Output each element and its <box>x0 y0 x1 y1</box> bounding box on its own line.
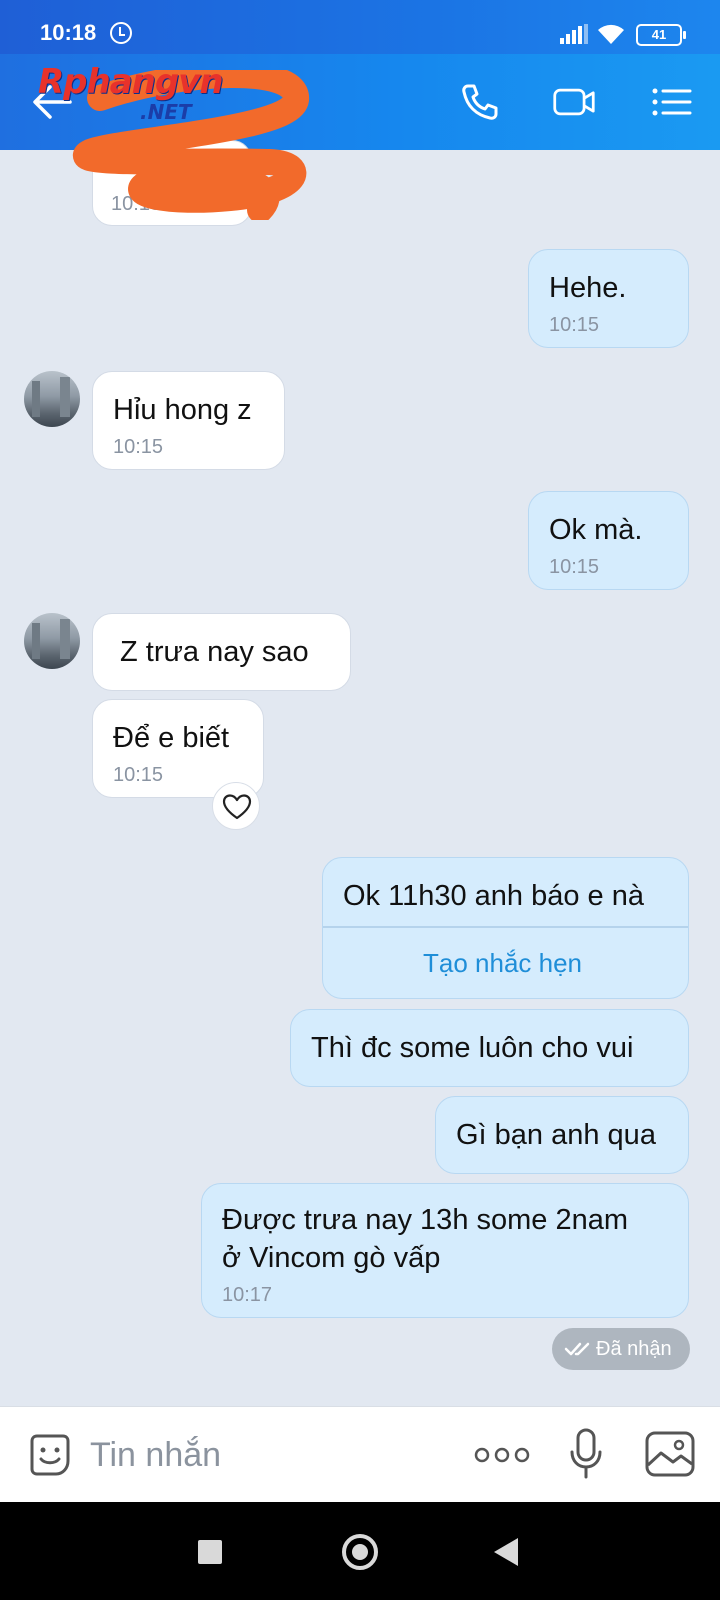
create-reminder-button[interactable]: Tạo nhắc hẹn <box>423 948 582 979</box>
signal-icon <box>560 24 588 44</box>
battery-icon: 41 <box>636 24 686 46</box>
message-bubble-outgoing[interactable]: Hehe. 10:15 <box>528 249 689 348</box>
message-time: 10:17 <box>222 1284 273 1306</box>
home-button[interactable] <box>342 1534 378 1570</box>
message-bubble-incoming[interactable]: Z trưa nay sao <box>92 613 351 691</box>
message-bubble-outgoing[interactable]: Được trưa nay 13h some 2nam ở Vincom gò … <box>201 1183 689 1318</box>
message-composer <box>0 1406 720 1502</box>
message-time: 10:15 <box>113 764 164 786</box>
message-text: Hỉu hong z <box>113 394 252 426</box>
watermark-logo: Rphangvn <box>38 62 224 102</box>
more-options-icon[interactable] <box>474 1443 530 1467</box>
wifi-icon <box>598 24 624 44</box>
watermark-suffix: .NET <box>140 100 192 124</box>
message-text: Gì bạn anh qua <box>456 1119 656 1151</box>
recents-button[interactable] <box>198 1540 222 1564</box>
message-text: Để e biết <box>113 722 230 754</box>
double-check-icon <box>564 1342 590 1356</box>
message-text: Ok 11h30 anh báo e nà <box>343 880 644 912</box>
message-bubble-outgoing[interactable]: Thì đc some luôn cho vui <box>290 1009 689 1087</box>
message-text: Z trưa nay sao <box>120 636 309 668</box>
microphone-icon[interactable] <box>568 1427 604 1481</box>
back-button[interactable] <box>494 1538 518 1566</box>
system-nav-bar <box>0 1502 720 1600</box>
sticker-emoji-icon[interactable] <box>26 1431 74 1479</box>
contact-avatar[interactable] <box>24 371 80 427</box>
message-text-line2: ở Vincom gò vấp <box>222 1242 441 1274</box>
status-bar: 10:18 41 <box>0 0 720 54</box>
message-text: Hehe. <box>549 272 627 304</box>
message-text: Ok mà. <box>549 514 643 546</box>
message-time: 10:15 <box>549 314 600 336</box>
message-bubble-outgoing[interactable]: Ok mà. 10:15 <box>528 491 689 590</box>
message-bubble-incoming[interactable]: Hỉu hong z 10:15 <box>92 371 285 470</box>
message-bubble-outgoing[interactable]: Ok 11h30 anh báo e nà Tạo nhắc hẹn <box>322 857 689 999</box>
menu-list-icon[interactable] <box>650 82 694 122</box>
message-text: Thì đc some luôn cho vui <box>311 1032 634 1064</box>
video-call-icon[interactable] <box>552 82 596 122</box>
image-gallery-icon[interactable] <box>644 1429 696 1479</box>
delivery-status-badge: Đã nhận <box>552 1328 690 1370</box>
message-time: 10:15 <box>549 556 600 578</box>
phone-icon[interactable] <box>458 82 502 122</box>
contact-avatar[interactable] <box>24 613 80 669</box>
heart-icon <box>222 794 252 820</box>
battery-level: 41 <box>651 27 667 42</box>
message-time: 10:15 <box>113 436 164 458</box>
alarm-icon <box>110 22 132 44</box>
delivery-status-text: Đã nhận <box>596 1338 672 1360</box>
message-bubble-outgoing[interactable]: Gì bạn anh qua <box>435 1096 689 1174</box>
message-text-line1: Được trưa nay 13h some 2nam <box>222 1204 629 1236</box>
status-time: 10:18 <box>40 20 97 45</box>
bubble-divider <box>323 926 688 928</box>
message-input[interactable] <box>90 1433 450 1477</box>
react-heart-button[interactable] <box>212 782 260 830</box>
